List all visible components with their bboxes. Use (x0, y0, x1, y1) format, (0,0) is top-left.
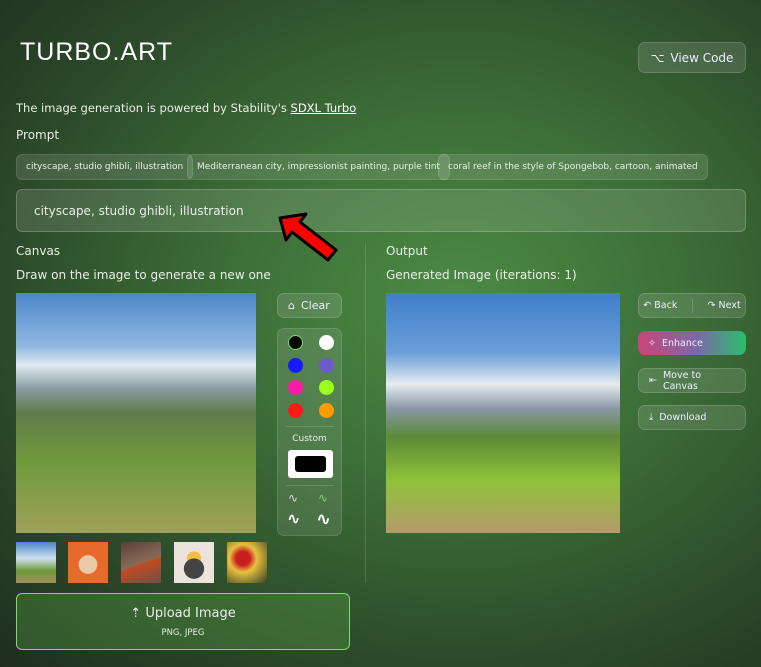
drawing-canvas[interactable] (16, 293, 256, 533)
view-code-button[interactable]: ⌥ View Code (638, 42, 746, 73)
color-swatch-pink[interactable] (288, 380, 303, 395)
color-swatch-lime[interactable] (319, 380, 334, 395)
next-button[interactable]: ↷ Next (708, 300, 741, 311)
output-title: Output (386, 244, 428, 258)
custom-color-picker[interactable] (288, 450, 333, 478)
sdxl-turbo-link[interactable]: SDXL Turbo (291, 101, 357, 115)
prompt-suggestion[interactable]: Mediterranean city, impressionist painti… (187, 154, 450, 180)
output-subtitle: Generated Image (iterations: 1) (386, 268, 577, 282)
sample-thumbnail-sunset[interactable] (174, 542, 214, 583)
github-icon: ⌥ (650, 50, 665, 65)
color-swatch-orange[interactable] (319, 403, 334, 418)
color-swatch-purple[interactable] (319, 358, 334, 373)
upload-formats: PNG, JPEG (161, 628, 205, 638)
sample-thumbnail-car[interactable] (121, 542, 161, 583)
upload-image-button[interactable]: ⇡ Upload Image PNG, JPEG (16, 593, 350, 650)
logo: TURBO.ART (20, 38, 173, 66)
prompt-suggestion[interactable]: coral reef in the style of Spongebob, ca… (438, 154, 708, 180)
brush-size-small-icon[interactable]: ∿ (288, 491, 298, 505)
back-button[interactable]: ↶ Back (643, 300, 677, 311)
powered-by-text: The image generation is powered by Stabi… (16, 101, 357, 115)
upload-icon: ⇡ (130, 606, 146, 621)
red-arrow-annotation (278, 212, 338, 262)
sample-thumbnail-mountains[interactable] (16, 542, 56, 583)
sparkle-icon: ✧ (648, 337, 656, 349)
custom-label: Custom (292, 434, 327, 444)
eraser-icon: ⌂ (288, 299, 295, 312)
history-nav: ↶ Back ↷ Next (638, 293, 746, 318)
download-icon: ⤓ (649, 412, 654, 423)
brush-size-large-icon[interactable]: ∿ (287, 509, 300, 528)
canvas-subtitle: Draw on the image to generate a new one (16, 268, 271, 282)
enhance-button[interactable]: ✧ Enhance (638, 331, 746, 355)
prompt-input[interactable]: cityscape, studio ghibli, illustration (16, 189, 746, 232)
brush-size-xlarge-icon[interactable]: ∿ (316, 509, 331, 530)
sample-thumbnail-dog[interactable] (68, 542, 108, 583)
canvas-title: Canvas (16, 244, 61, 258)
prompt-label: Prompt (16, 128, 60, 142)
prompt-suggestion[interactable]: cityscape, studio ghibli, illustration (16, 154, 194, 180)
download-button[interactable]: ⤓ Download (638, 405, 746, 430)
move-to-canvas-button[interactable]: ⇤ Move to Canvas (638, 368, 746, 393)
sample-thumbnail-food[interactable] (227, 542, 267, 583)
move-icon: ⇤ (649, 375, 657, 386)
color-swatch-black[interactable] (288, 335, 303, 350)
divider (365, 243, 366, 583)
brush-size-medium-icon[interactable]: ∿ (318, 491, 328, 505)
generated-image (386, 293, 620, 533)
color-swatch-white[interactable] (319, 335, 334, 350)
color-swatch-blue[interactable] (288, 358, 303, 373)
color-swatch-red[interactable] (288, 403, 303, 418)
clear-button[interactable]: ⌂ Clear (277, 293, 342, 318)
brush-toolbox: Custom ∿ ∿ ∿ ∿ (277, 328, 342, 536)
